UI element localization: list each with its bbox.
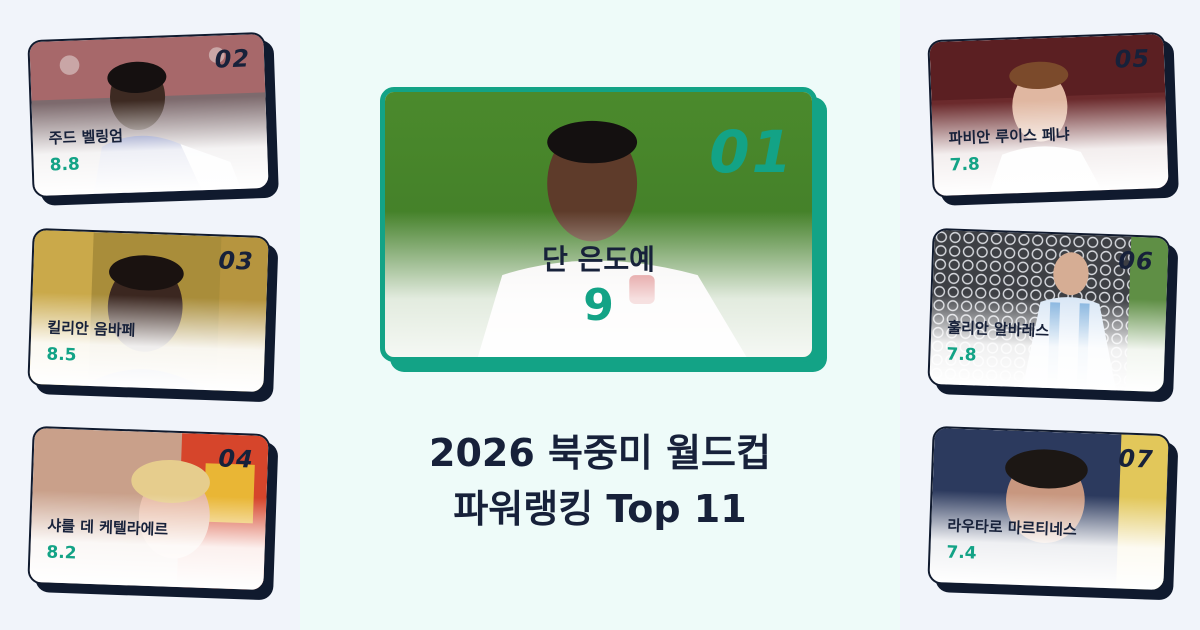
rank-number: 06 (1117, 246, 1155, 276)
player-card-04[interactable]: 04 샤를 데 케텔라에르 8.2 (27, 425, 271, 593)
player-score: 7.4 (946, 542, 977, 564)
rank-number: 04 (217, 444, 255, 474)
rank-number: 03 (217, 246, 255, 276)
photo-fade (29, 489, 267, 591)
player-name: 파비안 루이스 페냐 (948, 125, 1070, 148)
photo-fade (929, 489, 1167, 591)
player-score: 8.8 (49, 154, 81, 176)
player-name: 킬리안 음바페 (47, 318, 136, 340)
player-card-07[interactable]: 07 라우타로 마르티네스 7.4 (927, 425, 1171, 593)
player-name: 주드 벨링엄 (48, 126, 124, 148)
player-name: 훌리안 알바레스 (947, 318, 1050, 341)
featured-player-name: 단 은도예 (542, 243, 655, 276)
player-name: 라우타로 마르티네스 (947, 516, 1078, 539)
page-title-line-2: 파워랭킹 Top 11 (453, 487, 747, 531)
player-card-02[interactable]: 02 주드 벨링엄 8.8 (27, 31, 271, 199)
rank-number: 02 (214, 44, 251, 74)
rank-number: 07 (1117, 444, 1155, 474)
player-score: 8.2 (46, 542, 77, 564)
featured-player-card[interactable]: 01 단 은도예 9 (380, 87, 817, 362)
featured-rank-number: 01 (709, 118, 794, 186)
player-score: 8.5 (46, 344, 77, 366)
player-card-06[interactable]: 06 훌리안 알바레스 7.8 (927, 227, 1171, 395)
player-card-03[interactable]: 03 킬리안 음바페 8.5 (27, 227, 271, 395)
photo-fade (29, 291, 267, 393)
rank-number: 05 (1114, 44, 1151, 74)
photo-fade (929, 291, 1167, 393)
player-name: 샤를 데 케텔라에르 (47, 516, 169, 539)
player-score: 7.8 (946, 344, 977, 366)
page-title-line-1: 2026 북중미 월드컵 (429, 431, 771, 475)
player-card-05[interactable]: 05 파비안 루이스 페냐 7.8 (927, 31, 1171, 199)
player-score: 7.8 (949, 154, 981, 176)
featured-player-score: 9 (583, 280, 614, 331)
